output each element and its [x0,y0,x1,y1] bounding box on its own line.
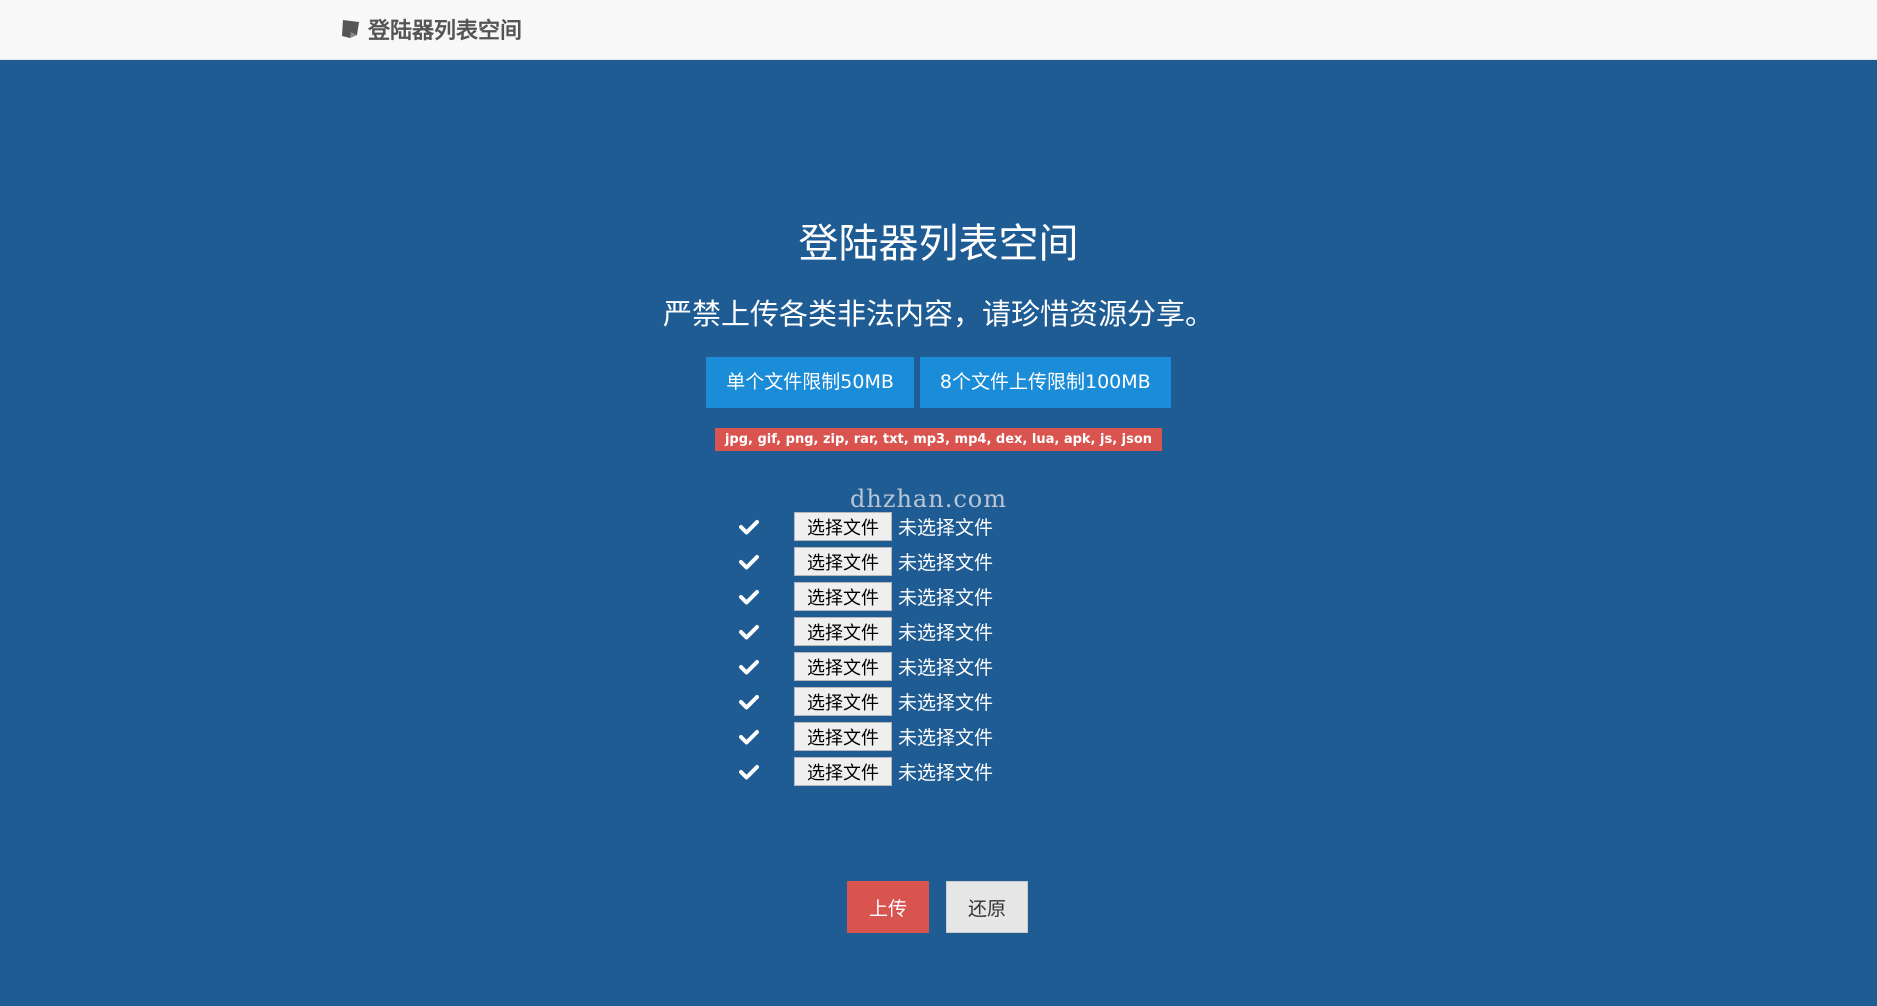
file-status: 未选择文件 [898,587,994,609]
form-actions: 上传 还原 [847,881,1028,933]
check-icon [738,586,760,608]
file-status: 未选择文件 [898,657,994,679]
navbar: 登陆器列表空间 [0,0,1877,60]
check-icon [738,516,760,538]
single-file-limit-badge: 单个文件限制50MB [706,357,914,408]
file-input-row: 选择文件 未选择文件 [738,614,993,649]
check-icon [738,656,760,678]
file-input-row: 选择文件 未选择文件 [738,754,993,789]
file-input-row: 选择文件 未选择文件 [738,579,993,614]
check-icon [738,691,760,713]
file-status: 未选择文件 [898,727,994,749]
limit-badges: 单个文件限制50MB 8个文件上传限制100MB [0,357,1877,408]
brand-text: 登陆器列表空间 [368,19,523,44]
total-upload-limit-badge: 8个文件上传限制100MB [919,357,1171,408]
choose-file-button[interactable]: 选择文件 [794,582,892,611]
choose-file-button[interactable]: 选择文件 [794,757,892,786]
choose-file-button[interactable]: 选择文件 [794,617,892,646]
file-status: 未选择文件 [898,622,994,644]
file-input-row: 选择文件 未选择文件 [738,649,993,684]
brand-link[interactable]: 登陆器列表空间 [340,14,522,44]
upload-button[interactable]: 上传 [847,881,929,933]
check-icon [738,551,760,573]
page-title: 登陆器列表空间 [798,221,1079,267]
file-input-row: 选择文件 未选择文件 [738,719,993,754]
file-input-list: 选择文件 未选择文件 选择文件 未选择文件 选择文件 未选择文件 选择文件 未选… [738,509,993,789]
file-status: 未选择文件 [898,762,994,784]
page-subtitle: 严禁上传各类非法内容，请珍惜资源分享。 [662,297,1214,331]
file-status: 未选择文件 [898,552,994,574]
allowed-types-label: jpg, gif, png, zip, rar, txt, mp3, mp4, … [714,428,1163,451]
choose-file-button[interactable]: 选择文件 [794,722,892,751]
choose-file-button[interactable]: 选择文件 [794,652,892,681]
upload-panel: 登陆器列表空间 严禁上传各类非法内容，请珍惜资源分享。 单个文件限制50MB 8… [0,61,1877,1006]
allowed-types-row: jpg, gif, png, zip, rar, txt, mp3, mp4, … [0,428,1877,451]
check-icon [738,621,760,643]
check-icon [738,761,760,783]
file-input-row: 选择文件 未选择文件 [738,684,993,719]
file-input-row: 选择文件 未选择文件 [738,544,993,579]
file-status: 未选择文件 [898,517,994,539]
check-icon [738,726,760,748]
note-icon [340,18,362,40]
choose-file-button[interactable]: 选择文件 [794,687,892,716]
file-status: 未选择文件 [898,692,994,714]
choose-file-button[interactable]: 选择文件 [794,512,892,541]
file-input-row: 选择文件 未选择文件 [738,509,993,544]
reset-button[interactable]: 还原 [946,881,1028,933]
choose-file-button[interactable]: 选择文件 [794,547,892,576]
